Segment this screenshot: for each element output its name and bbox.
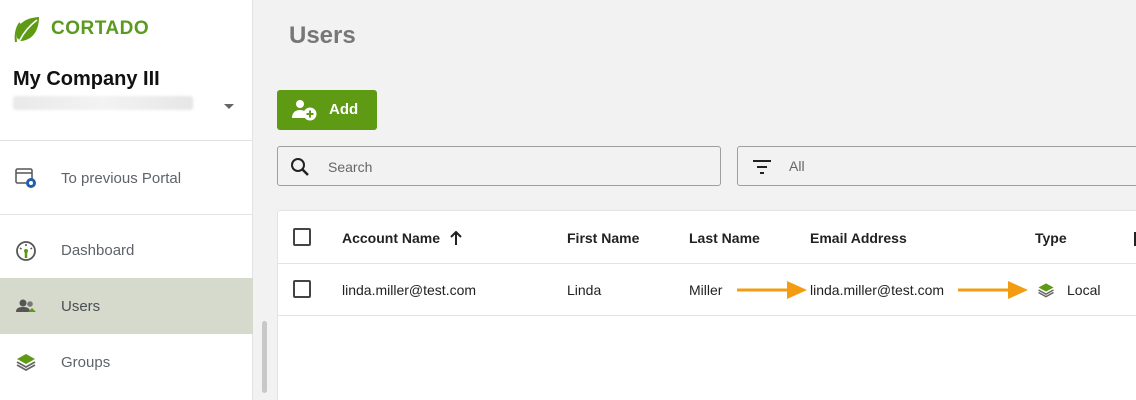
select-all-checkbox[interactable]	[293, 228, 311, 246]
cell-account-name[interactable]: linda.miller@test.com	[342, 282, 476, 298]
gauge-icon	[14, 238, 38, 262]
sidebar-item-label: Users	[61, 297, 101, 315]
column-header-last-name[interactable]: Last Name	[689, 230, 760, 246]
sort-ascending-icon	[450, 231, 462, 245]
sidebar-item-dashboard[interactable]: Dashboard	[0, 222, 253, 278]
filter-value: All	[789, 158, 805, 174]
search-icon	[291, 158, 309, 176]
sidebar-item-users[interactable]: Users	[0, 278, 253, 334]
cell-type: Local	[1067, 282, 1101, 298]
sidebar-item-previous-portal[interactable]: To previous Portal	[0, 150, 253, 206]
table-header: Account Name First Name Last Name Email …	[278, 211, 1136, 264]
column-header-account-name[interactable]: Account Name	[342, 230, 462, 246]
search-field[interactable]	[277, 146, 721, 186]
chevron-down-icon[interactable]	[224, 104, 234, 109]
row-checkbox[interactable]	[293, 280, 311, 298]
search-input[interactable]	[328, 156, 708, 178]
company-name: My Company III	[13, 68, 160, 90]
page-title: Users	[289, 22, 356, 49]
filter-dropdown[interactable]: All	[737, 146, 1136, 186]
brand-name: CORTADO	[51, 18, 150, 39]
table-row[interactable]: linda.miller@test.com Linda Miller linda…	[278, 264, 1136, 316]
column-header-email-address[interactable]: Email Address	[810, 230, 907, 246]
annotation-arrow	[737, 281, 807, 299]
annotation-arrow	[958, 281, 1028, 299]
users-icon	[14, 294, 38, 318]
sidebar-scrollbar[interactable]	[262, 321, 267, 393]
column-header-first-name[interactable]: First Name	[567, 230, 639, 246]
sidebar: CORTADO My Company III To previous Porta…	[0, 0, 253, 400]
sidebar-item-label: To previous Portal	[61, 169, 182, 187]
column-header-type[interactable]: Type	[1035, 230, 1067, 246]
sidebar-item-label: Dashboard	[61, 241, 135, 259]
leaf-logo-icon	[14, 17, 39, 43]
brand-logo[interactable]: CORTADO	[13, 14, 149, 44]
divider	[0, 140, 253, 141]
company-email-redacted	[13, 96, 193, 110]
layers-icon	[1038, 283, 1054, 298]
cell-first-name: Linda	[567, 282, 602, 298]
sidebar-item-groups[interactable]: Groups	[0, 334, 253, 390]
add-button-label: Add	[329, 101, 359, 118]
portal-gear-icon	[14, 166, 38, 190]
layers-icon	[14, 350, 38, 374]
column-header-label: Account Name	[342, 230, 441, 246]
add-user-icon	[292, 100, 317, 121]
sidebar-item-label: Groups	[61, 353, 111, 371]
cell-email-address: linda.miller@test.com	[810, 282, 945, 298]
cell-last-name: Miller	[689, 282, 723, 298]
users-table: Account Name First Name Last Name Email …	[277, 210, 1136, 400]
divider	[0, 214, 253, 215]
filter-icon	[753, 160, 771, 174]
add-user-button[interactable]: Add	[277, 90, 377, 130]
